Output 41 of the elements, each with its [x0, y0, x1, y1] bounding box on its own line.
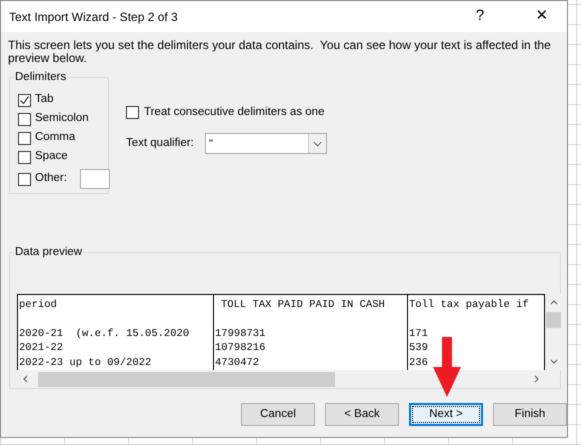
- checkbox-label[interactable]: Other:: [35, 170, 67, 188]
- group-title: Data preview: [14, 245, 84, 259]
- help-button[interactable]: ?: [465, 5, 495, 28]
- checkbox-label[interactable]: Space: [35, 148, 68, 166]
- checkbox[interactable]: [18, 94, 31, 106]
- table-cell-text: 17998731: [214, 326, 266, 341]
- checkbox-label[interactable]: Tab: [35, 91, 54, 109]
- table-cell-text: Toll tax payable if: [408, 298, 530, 312]
- table-cell-text: 2022-23 up to 09/2022: [18, 356, 152, 370]
- checkbox-label[interactable]: Semicolon: [35, 110, 89, 128]
- qualifier-dropdown[interactable]: ": [205, 133, 327, 154]
- table-cell-text: 171: [408, 326, 429, 341]
- checkbox-label[interactable]: Comma: [35, 129, 76, 147]
- table-cell-text: 2021-22: [18, 341, 64, 356]
- dialog-button[interactable]: Cancel: [241, 403, 315, 426]
- table-cell-text: 236: [408, 356, 429, 370]
- table-cell-text: period: [18, 298, 58, 312]
- checkbox-label[interactable]: Treat consecutive delimiters as one: [144, 104, 324, 122]
- input-field[interactable]: [80, 169, 110, 189]
- close-button[interactable]: ✕: [517, 5, 567, 28]
- arrow-drawing: [433, 337, 461, 397]
- scrollbar-thumb[interactable]: [546, 312, 561, 328]
- table-cell-text: 4730472: [214, 356, 260, 370]
- field-label: Text qualifier:: [126, 136, 195, 152]
- dropdown-value: ": [208, 136, 214, 152]
- table-cell-text: 2020-21 (w.e.f. 15.05.2020: [18, 326, 190, 341]
- checkbox[interactable]: [126, 106, 139, 120]
- checkbox[interactable]: [18, 132, 31, 144]
- description-text: This screen lets you set the delimiters your data contains. You can see how your text is affected in the preview below.: [7, 37, 552, 65]
- checkbox[interactable]: [18, 150, 31, 164]
- table-cell-text: 10798216: [214, 341, 266, 356]
- window-title: Text Import Wizard - Step 2 of 3: [9, 8, 178, 26]
- table-cell-text: 539: [408, 341, 429, 356]
- dialog-button[interactable]: < Back: [325, 403, 399, 426]
- scrollbar-thumb[interactable]: [38, 372, 335, 386]
- table-cell-text: TOLL TAX PAID PAID IN CASH: [220, 298, 386, 312]
- checkbox[interactable]: [18, 172, 31, 186]
- checkbox[interactable]: [18, 112, 31, 126]
- dialog-button[interactable]: Finish: [493, 403, 567, 426]
- caret-icon: [308, 134, 326, 154]
- dialog-button[interactable]: Next >: [409, 403, 483, 426]
